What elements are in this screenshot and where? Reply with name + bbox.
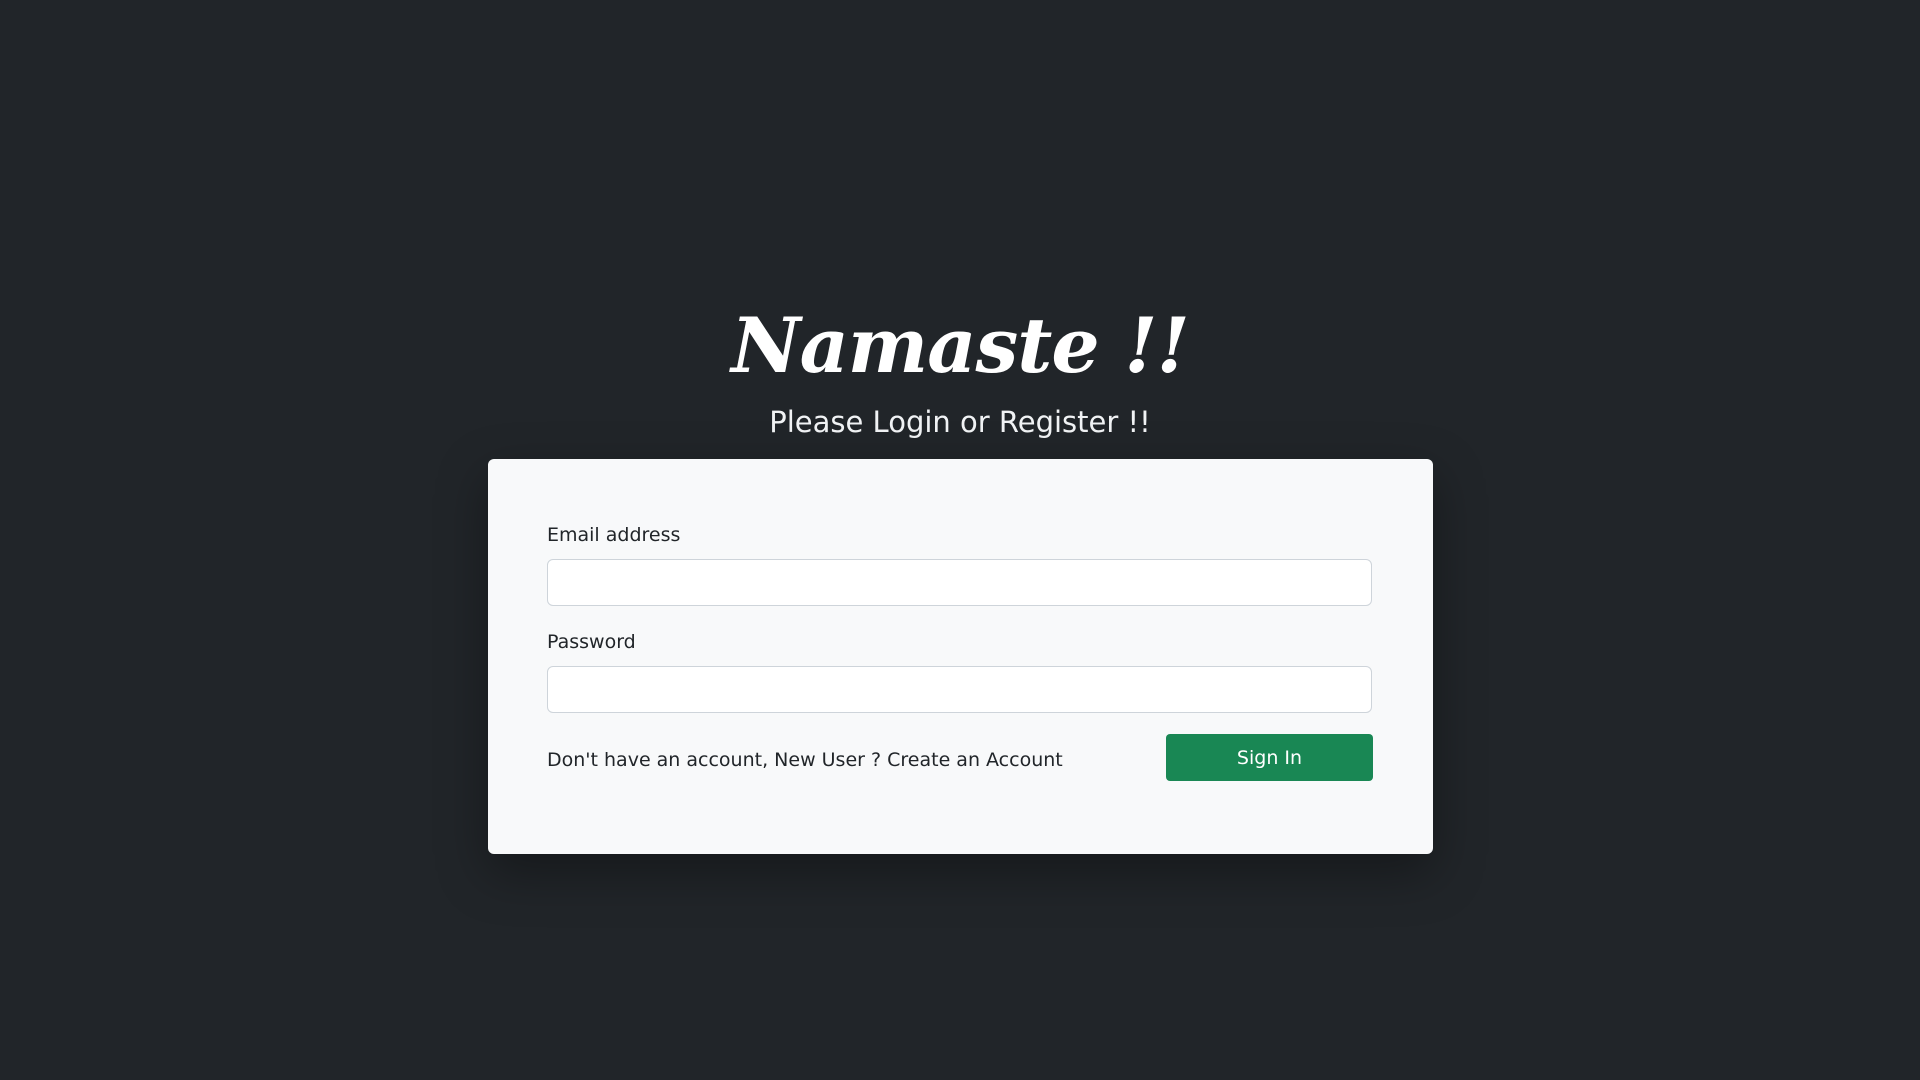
register-prompt: Don't have an account, New User ?: [547, 749, 888, 771]
brand-title: Namaste !!: [731, 301, 1190, 390]
create-account-link[interactable]: Create an Account: [887, 749, 1063, 771]
login-card: Email address Password Don't have an acc…: [488, 459, 1433, 854]
page-subtitle: Please Login or Register !!: [769, 405, 1151, 439]
email-field[interactable]: [547, 559, 1372, 606]
login-page: Namaste !! Please Login or Register !! E…: [0, 0, 1920, 1080]
password-label: Password: [547, 631, 636, 653]
email-label: Email address: [547, 524, 681, 546]
register-line: Don't have an account, New User ? Create…: [547, 748, 1063, 772]
sign-in-button[interactable]: Sign In: [1166, 734, 1373, 781]
password-field[interactable]: [547, 666, 1372, 713]
